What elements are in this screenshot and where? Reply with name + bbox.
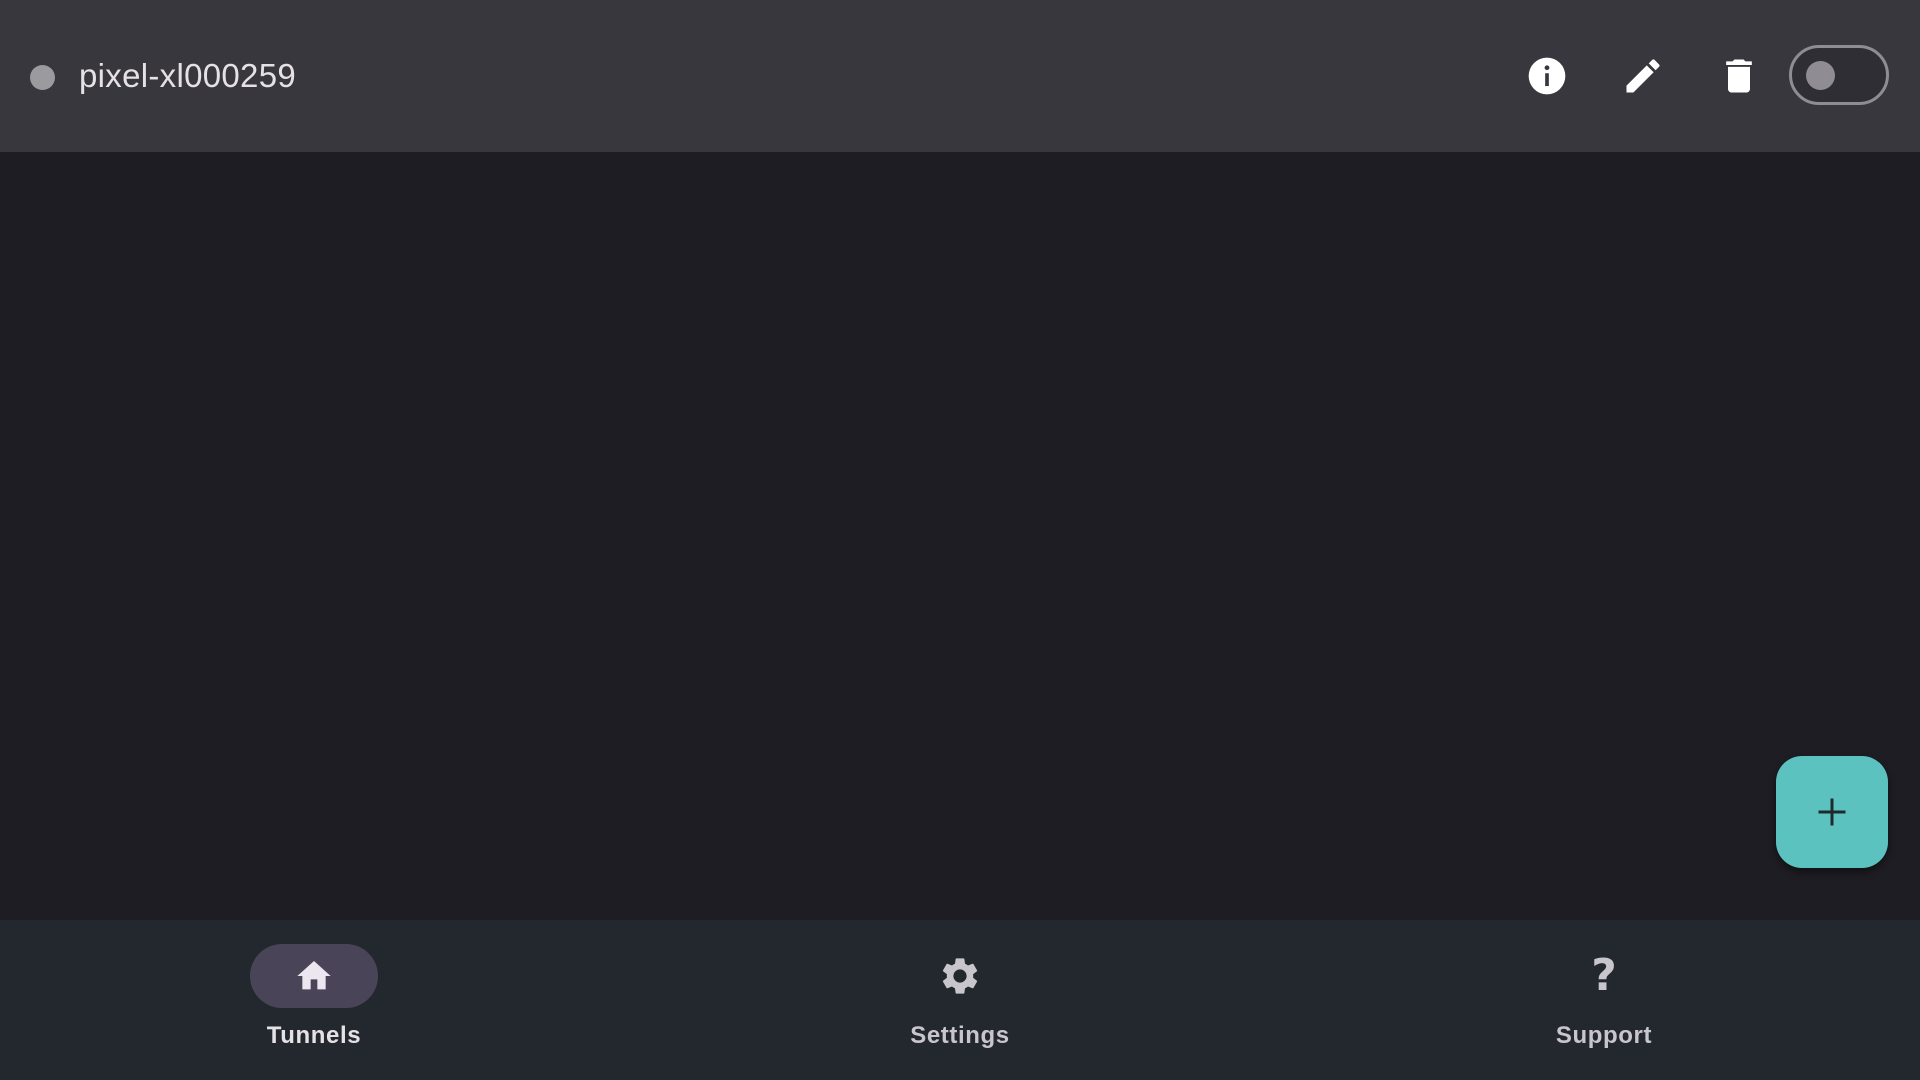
info-button[interactable] (1519, 48, 1575, 104)
tunnel-toggle-switch[interactable] (1789, 45, 1889, 105)
edit-button[interactable] (1615, 48, 1671, 104)
info-icon (1528, 57, 1566, 95)
nav-icon-container (896, 944, 1024, 1008)
nav-label-settings: Settings (910, 1022, 1010, 1049)
pencil-icon (1626, 59, 1660, 93)
nav-item-settings[interactable]: Settings (840, 920, 1080, 1080)
trash-icon (1726, 59, 1752, 93)
toggle-knob (1806, 61, 1835, 90)
nav-item-tunnels[interactable]: Tunnels (194, 920, 434, 1080)
bottom-navigation: Tunnels Settings ? Support (0, 920, 1920, 1080)
app-root: pixel-xl000259 Tunnels Settings ? Suppor… (0, 0, 1920, 1080)
nav-active-indicator (250, 944, 378, 1008)
plus-icon (1818, 798, 1846, 826)
nav-item-support[interactable]: ? Support (1484, 920, 1724, 1080)
nav-label-tunnels: Tunnels (266, 1022, 362, 1049)
delete-button[interactable] (1711, 48, 1767, 104)
tunnel-status-indicator (30, 65, 55, 90)
nav-label-support: Support (1555, 1022, 1653, 1049)
add-tunnel-button[interactable] (1776, 756, 1888, 868)
tunnel-row[interactable]: pixel-xl000259 (0, 0, 1920, 152)
home-icon (297, 961, 331, 990)
tunnel-name: pixel-xl000259 (79, 57, 297, 94)
nav-icon-container: ? (1540, 944, 1668, 1008)
gear-icon (942, 958, 978, 994)
question-mark-icon: ? (1591, 950, 1617, 1001)
